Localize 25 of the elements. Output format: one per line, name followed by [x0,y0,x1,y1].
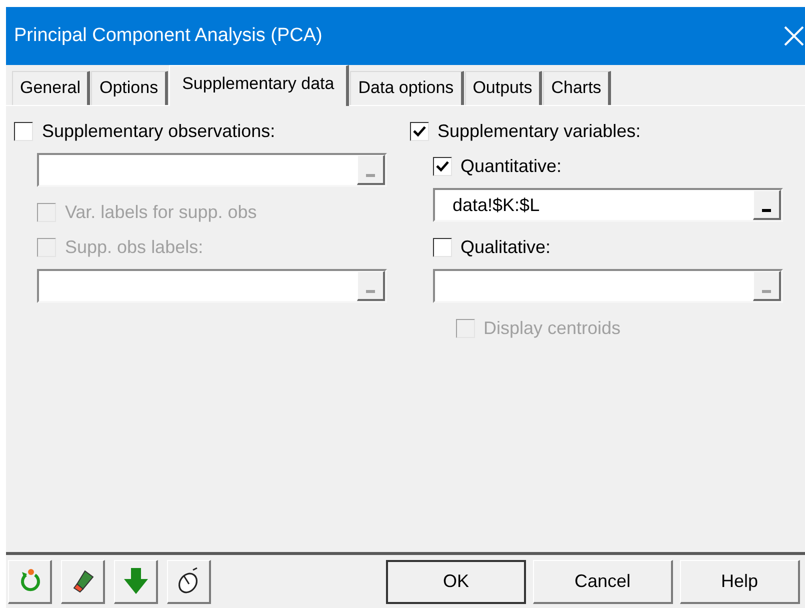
tab[interactable]: Supplementary data [169,65,350,106]
check-icon [412,126,426,136]
checkbox[interactable]: Qualitative: [432,234,551,260]
tab[interactable]: Charts [543,71,612,105]
close-icon [783,25,805,47]
down-arrow-icon [122,567,148,595]
dialog-button[interactable]: Help [680,560,800,604]
range-field[interactable] [37,153,387,187]
dialog-button[interactable]: Cancel [533,560,673,604]
checkbox[interactable]: Quantitative: [432,153,562,179]
eraser-icon [70,569,94,593]
dialog-button[interactable]: OK [386,560,526,604]
tab[interactable]: Data options [350,71,464,105]
tab[interactable]: Outputs [464,71,542,105]
window-title: Principal Component Analysis (PCA) [14,24,322,48]
range-field[interactable] [432,269,782,303]
toolbar-button[interactable] [61,560,105,604]
range-field[interactable]: data!$K:$L [432,188,782,222]
range-field[interactable] [37,269,387,303]
checkbox[interactable]: Supplementary variables: [410,118,641,144]
tab[interactable]: General [12,71,90,105]
toolbar-button[interactable] [167,560,211,604]
check-icon [436,160,448,172]
tab[interactable]: Options [91,71,168,105]
checkbox[interactable]: Supplementary observations: [14,118,276,144]
